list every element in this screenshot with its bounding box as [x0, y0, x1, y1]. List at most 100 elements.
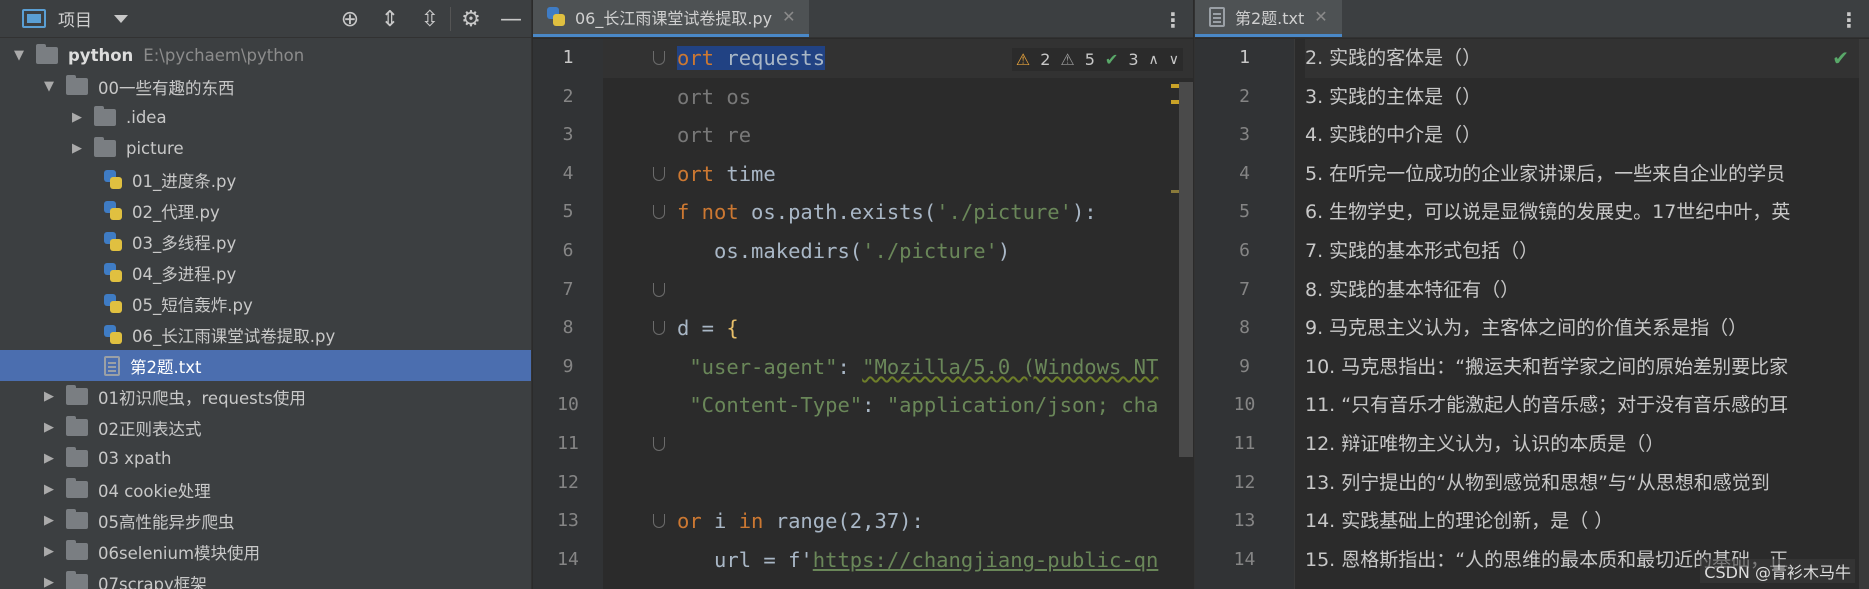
vertical-scrollbar[interactable] — [1859, 39, 1869, 589]
expand-all-icon[interactable]: ⇕ — [370, 0, 410, 38]
close-icon[interactable]: ✕ — [1314, 7, 1327, 26]
project-panel-title[interactable]: 项目 — [58, 6, 92, 31]
folder-label: 07scrapy框架 — [98, 574, 207, 589]
chevron-down-icon[interactable]: ▼ — [42, 79, 56, 94]
folder-label: picture — [126, 139, 184, 158]
fold-marker-icon[interactable] — [653, 514, 665, 529]
line-number: 14 — [557, 548, 579, 570]
project-panel-header: 项目 ⊕ ⇕ ⇳ ⚙ — — [0, 0, 531, 38]
text-area[interactable]: 2. 实践的客体是（） 3. 实践的主体是（） 4. 实践的中介是（） 5. 在… — [1305, 39, 1869, 589]
text-line[interactable]: 6. 生物学史，可以说是显微镜的发展史。17世纪中叶，英 — [1305, 193, 1869, 232]
text-line[interactable]: 13. 列宁提出的“从物到感觉和思想”与“从思想和感觉到 — [1305, 464, 1869, 503]
code-line[interactable]: d = { — [603, 309, 1193, 348]
chevron-right-icon[interactable]: ▶ — [42, 513, 56, 528]
minimize-icon[interactable]: — — [491, 0, 531, 38]
tree-file[interactable]: 02_代理.py — [0, 195, 531, 226]
chevron-right-icon[interactable]: ▶ — [42, 575, 56, 589]
tree-folder[interactable]: ▶ 01初识爬虫，requests使用 — [0, 381, 531, 412]
text-line[interactable]: 12. 辩证唯物主义认为，认识的本质是（） — [1305, 425, 1869, 464]
code-text: : — [862, 393, 887, 418]
chevron-down-icon[interactable] — [114, 14, 128, 23]
tab-python-file[interactable]: 06_长江雨课堂试卷提取.py ✕ — [533, 0, 810, 37]
text-line[interactable]: 8. 实践的基本特征有（） — [1305, 271, 1869, 310]
tab-label: 第2题.txt — [1235, 8, 1305, 28]
warning-icon: ⚠ — [1015, 50, 1031, 69]
collapse-all-icon[interactable]: ⇳ — [410, 0, 450, 38]
tree-folder[interactable]: ▶ 03 xpath — [0, 443, 531, 474]
code-text: ort os — [677, 84, 752, 109]
file-label: 04_多进程.py — [132, 264, 237, 284]
gear-icon[interactable]: ⚙ — [451, 0, 491, 38]
tree-file[interactable]: 06_长江雨课堂试卷提取.py — [0, 319, 531, 350]
tree-subfolder[interactable]: ▶ picture — [0, 133, 531, 164]
line-number: 12 — [1233, 471, 1256, 493]
code-line[interactable]: url = f'https://changjiang-public-qn — [603, 541, 1193, 580]
tree-file[interactable]: 04_多进程.py — [0, 257, 531, 288]
text-line[interactable]: 2. 实践的客体是（） — [1305, 39, 1869, 78]
text-line[interactable]: 14. 实践基础上的理论创新，是（ ） — [1305, 502, 1869, 541]
text-line[interactable]: 11. “只有音乐才能激起人的音乐感；对于没有音乐感的耳 — [1305, 386, 1869, 425]
file-label: 第2题.txt — [130, 357, 202, 377]
fold-marker-icon[interactable] — [653, 166, 665, 181]
code-line[interactable] — [603, 425, 1193, 464]
tab-text-file[interactable]: 第2题.txt ✕ — [1195, 0, 1342, 37]
weak-warning-count: 5 — [1084, 50, 1095, 69]
code-line[interactable]: "user-agent": "Mozilla/5.0 (Windows NT — [603, 348, 1193, 387]
tree-subfolder[interactable]: ▶ .idea — [0, 102, 531, 133]
crosshair-icon[interactable]: ⊕ — [330, 0, 370, 38]
text-line[interactable]: 10. 马克思指出：“搬运夫和哲学家之间的原始差别要比家 — [1305, 348, 1869, 387]
tree-file[interactable]: 01_进度条.py — [0, 164, 531, 195]
close-icon[interactable]: ✕ — [782, 7, 795, 26]
tree-folder[interactable]: ▶ 07scrapy框架 — [0, 567, 531, 589]
tree-folder[interactable]: ▶ 06selenium模块使用 — [0, 536, 531, 567]
chevron-right-icon[interactable]: ▶ — [42, 451, 56, 466]
text-line[interactable]: 5. 在听完一位成功的企业家讲课后，一些来自企业的学员 — [1305, 155, 1869, 194]
text-line[interactable]: 3. 实践的主体是（） — [1305, 78, 1869, 117]
chevron-right-icon[interactable]: ▶ — [42, 420, 56, 435]
line-number: 9 — [562, 355, 574, 377]
file-label: 03_多线程.py — [132, 233, 237, 253]
code-line[interactable] — [603, 464, 1193, 503]
tree-folder[interactable]: ▶ 02正则表达式 — [0, 412, 531, 443]
chevron-right-icon[interactable]: ▶ — [70, 110, 84, 125]
tree-folder[interactable]: ▶ 04 cookie处理 — [0, 474, 531, 505]
fold-marker-icon[interactable] — [653, 321, 665, 336]
code-line[interactable]: ort time — [603, 155, 1193, 194]
chevron-right-icon[interactable]: ▶ — [42, 482, 56, 497]
chevron-down-icon[interactable]: ∨ — [1169, 52, 1179, 68]
tree-root[interactable]: ▼ python E:\pychaem\python — [0, 40, 531, 71]
code-line[interactable]: "Content-Type": "application/json; cha — [603, 386, 1193, 425]
more-options-icon[interactable]: ⋮ — [1163, 8, 1183, 32]
chevron-down-icon[interactable]: ▼ — [12, 48, 26, 63]
fold-marker-icon[interactable] — [653, 436, 665, 451]
no-problems-check-icon[interactable]: ✔ — [1832, 46, 1849, 70]
code-line[interactable]: or i in range(2,37): — [603, 502, 1193, 541]
chevron-right-icon[interactable]: ▶ — [42, 389, 56, 404]
text-line[interactable]: 4. 实践的中介是（） — [1305, 116, 1869, 155]
inspection-widget[interactable]: ⚠ 2 ⚠ 5 ✔ 3 ∧ ∨ — [1011, 48, 1183, 71]
code-line[interactable]: ort re — [603, 116, 1193, 155]
tree-file[interactable]: 03_多线程.py — [0, 226, 531, 257]
code-area[interactable]: ort requests ort os ort re ort time f no… — [603, 39, 1193, 589]
chevron-up-icon[interactable]: ∧ — [1149, 52, 1159, 68]
fold-marker-icon[interactable] — [653, 282, 665, 297]
code-line[interactable]: os.makedirs('./picture') — [603, 232, 1193, 271]
more-options-icon[interactable]: ⋮ — [1839, 8, 1859, 32]
text-line[interactable]: 7. 实践的基本形式包括（） — [1305, 232, 1869, 271]
code-string: './picture' — [862, 238, 998, 263]
fold-marker-icon[interactable] — [653, 205, 665, 220]
code-line[interactable]: f not os.path.exists('./picture'): — [603, 193, 1193, 232]
vertical-scrollbar[interactable] — [1179, 82, 1193, 457]
code-line[interactable] — [603, 271, 1193, 310]
tree-folder-open[interactable]: ▼ 00一些有趣的东西 — [0, 71, 531, 102]
tree-file-selected[interactable]: 第2题.txt — [0, 350, 531, 381]
code-line[interactable]: ort os — [603, 78, 1193, 117]
fold-marker-icon[interactable] — [653, 51, 665, 65]
tree-folder[interactable]: ▶ 05高性能异步爬虫 — [0, 505, 531, 536]
text-line[interactable]: 9. 马克思主义认为，主客体之间的价值关系是指（） — [1305, 309, 1869, 348]
line-number-gutter: 1 2 3 4 5 6 7 8 9 10 11 12 13 14 15 — [1195, 39, 1295, 589]
tree-file[interactable]: 05_短信轰炸.py — [0, 288, 531, 319]
folder-icon — [66, 571, 88, 589]
chevron-right-icon[interactable]: ▶ — [70, 141, 84, 156]
chevron-right-icon[interactable]: ▶ — [42, 544, 56, 559]
